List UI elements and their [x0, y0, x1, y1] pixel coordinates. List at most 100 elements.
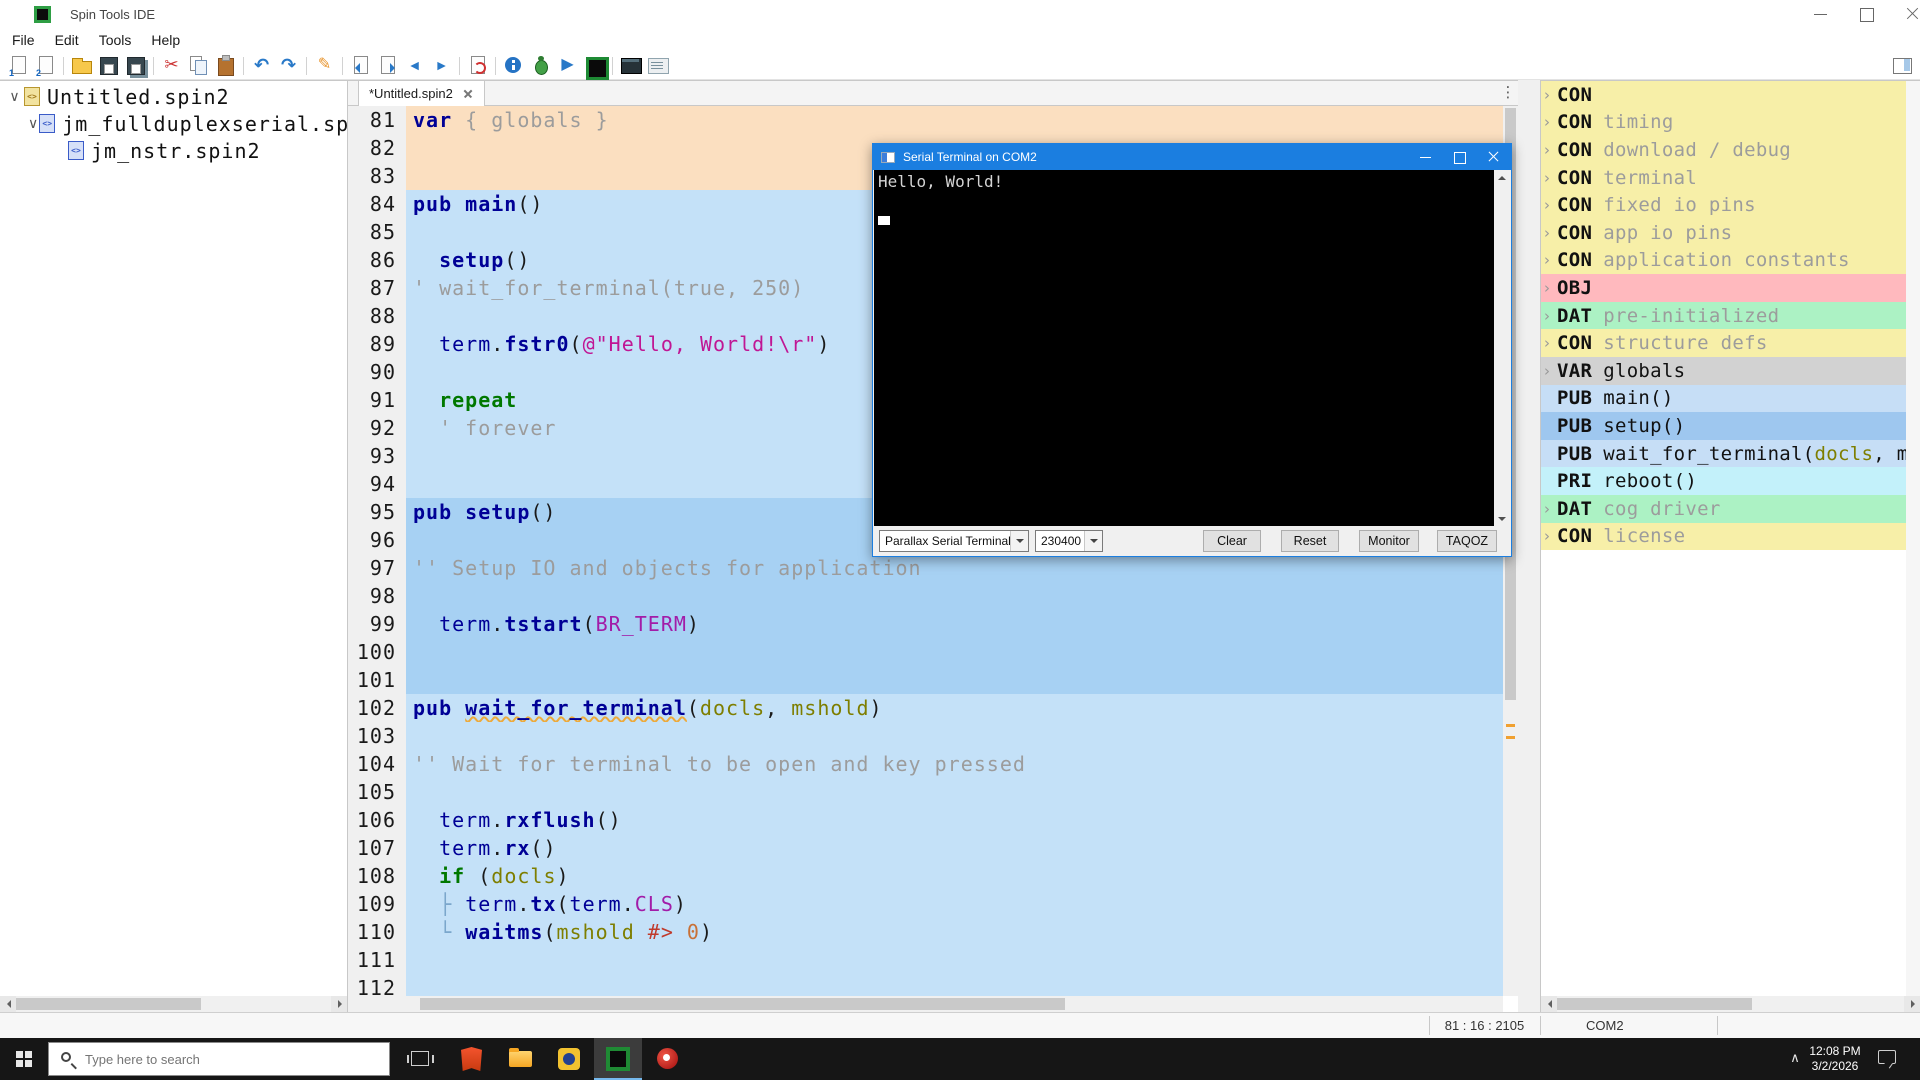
tab-untitled-spin2[interactable]: *Untitled.spin2 — [358, 81, 485, 106]
outline-hscrollbar[interactable] — [1541, 996, 1920, 1012]
taskbar-app-spin-tools[interactable] — [594, 1038, 642, 1080]
taqoz-button[interactable]: TAQOZ — [1437, 530, 1497, 552]
outline-row-con-structure-defs[interactable]: ›CONstructure defs — [1541, 329, 1907, 357]
outline-row-con-application-constants[interactable]: ›CONapplication constants — [1541, 247, 1907, 275]
tree-item-jm_nstr-spin2[interactable]: <>jm_nstr.spin2 — [0, 137, 347, 164]
copy-button[interactable] — [186, 53, 211, 78]
scroll-right-arrow[interactable] — [1904, 996, 1920, 1012]
scroll-left-arrow[interactable] — [1541, 996, 1557, 1012]
maximize-button[interactable] — [1846, 0, 1892, 28]
start-button[interactable] — [0, 1038, 48, 1080]
outline-chevron-icon[interactable]: › — [1541, 500, 1557, 518]
scroll-right-arrow[interactable] — [331, 996, 347, 1012]
output-button[interactable] — [645, 53, 670, 78]
outline-row-con[interactable]: ›CON — [1541, 81, 1907, 109]
outline-row-obj[interactable]: ›OBJ — [1541, 274, 1907, 302]
format-button[interactable]: ✎ — [312, 53, 337, 78]
outline-chevron-icon[interactable]: › — [1541, 279, 1557, 297]
editor-options-icon[interactable]: ⋮ — [1500, 83, 1516, 103]
outline-chevron-icon[interactable]: › — [1541, 334, 1557, 352]
terminal-minimize-button[interactable] — [1409, 144, 1443, 170]
taskbar-app-yellow[interactable] — [545, 1038, 593, 1080]
outline-chevron-icon[interactable]: › — [1541, 141, 1557, 159]
outline-chevron-icon[interactable]: › — [1541, 362, 1557, 380]
menu-edit[interactable]: Edit — [45, 29, 89, 51]
warning-mark[interactable] — [1506, 736, 1515, 739]
taskbar-app-red[interactable] — [643, 1038, 691, 1080]
new-spin2-button[interactable]: 2 — [33, 53, 58, 78]
outline-row-pub-wait_for_terminal-[interactable]: PUBwait_for_terminal(docls, m — [1541, 440, 1907, 468]
search-input[interactable] — [85, 1043, 375, 1075]
outline-row-pub-setup-[interactable]: PUBsetup() — [1541, 412, 1907, 440]
outline-row-con-terminal[interactable]: ›CONterminal — [1541, 164, 1907, 192]
forward-button[interactable]: ► — [429, 53, 454, 78]
taskbar-app-brave[interactable] — [447, 1038, 495, 1080]
taskbar-clock[interactable]: 12:08 PM 3/2/2026 — [1806, 1044, 1864, 1074]
terminal-vscrollbar[interactable] — [1494, 170, 1510, 527]
outline-row-pri-reboot-[interactable]: PRIreboot() — [1541, 467, 1907, 495]
program-button[interactable] — [582, 53, 607, 78]
expand-chevron-icon[interactable]: ∨ — [28, 116, 39, 132]
redo-button[interactable]: ↷ — [276, 53, 301, 78]
cut-button[interactable]: ✂ — [159, 53, 184, 78]
expand-chevron-icon[interactable]: ∨ — [6, 89, 24, 105]
menu-help[interactable]: Help — [141, 29, 190, 51]
scrollbar-thumb[interactable] — [16, 998, 201, 1010]
serial-terminal-titlebar[interactable]: Serial Terminal on COM2 — [873, 144, 1511, 170]
outline-chevron-icon[interactable]: › — [1541, 251, 1557, 269]
terminal-output-area[interactable]: Hello, World! — [874, 170, 1496, 527]
outline-vscrollbar[interactable] — [1906, 81, 1920, 996]
outline-row-con-app-io-pins[interactable]: ›CONapp io pins — [1541, 219, 1907, 247]
toggle-outline-panel-button[interactable] — [1890, 55, 1914, 77]
back-button[interactable]: ◄ — [402, 53, 427, 78]
outline-row-con-download-debug[interactable]: ›CONdownload / debug — [1541, 136, 1907, 164]
outline-chevron-icon[interactable]: › — [1541, 307, 1557, 325]
scroll-down-arrow[interactable] — [1498, 517, 1506, 521]
save-button[interactable] — [96, 53, 121, 78]
task-view-button[interactable] — [396, 1038, 444, 1080]
prev-tab-button[interactable] — [348, 53, 373, 78]
outline-row-pub-main-[interactable]: PUBmain() — [1541, 385, 1907, 413]
info-button[interactable] — [501, 53, 526, 78]
file-tree-hscrollbar[interactable] — [0, 996, 347, 1012]
outline-row-dat-pre-initialized[interactable]: ›DATpre-initialized — [1541, 302, 1907, 330]
save-all-button[interactable] — [123, 53, 148, 78]
outline-chevron-icon[interactable]: › — [1541, 113, 1557, 131]
run-button[interactable]: ▶ — [555, 53, 580, 78]
tray-expand-chevron[interactable]: ∧ — [1783, 1046, 1807, 1072]
outline-row-con-timing[interactable]: ›CONtiming — [1541, 109, 1907, 137]
terminal-type-select[interactable]: Parallax Serial Terminal — [879, 530, 1029, 552]
scrollbar-thumb[interactable] — [420, 998, 1065, 1010]
new-spin1-button[interactable]: 1 — [6, 53, 31, 78]
taskbar-search[interactable] — [48, 1042, 390, 1076]
outline-row-var-globals[interactable]: ›VARglobals — [1541, 357, 1907, 385]
tree-item-untitled-spin2[interactable]: ∨<>Untitled.spin2 — [0, 83, 347, 110]
title-bar[interactable]: Spin Tools IDE — [0, 0, 1920, 28]
outline-chevron-icon[interactable]: › — [1541, 196, 1557, 214]
monitor-button[interactable]: Monitor — [1359, 530, 1419, 552]
menu-tools[interactable]: Tools — [89, 29, 142, 51]
baud-rate-select[interactable]: 230400 — [1035, 530, 1103, 552]
scroll-up-arrow[interactable] — [1498, 176, 1506, 180]
warning-mark[interactable] — [1506, 724, 1515, 727]
open-button[interactable] — [69, 53, 94, 78]
taskbar-app-explorer[interactable] — [496, 1038, 544, 1080]
outline-chevron-icon[interactable]: › — [1541, 86, 1557, 104]
terminal-button[interactable] — [618, 53, 643, 78]
notification-center-icon[interactable] — [1878, 1050, 1896, 1064]
reset-button[interactable]: Reset — [1281, 530, 1339, 552]
clear-button[interactable]: Clear — [1203, 530, 1261, 552]
terminal-maximize-button[interactable] — [1443, 144, 1477, 170]
debug-button[interactable] — [528, 53, 553, 78]
outline-row-dat-cog-driver[interactable]: ›DATcog driver — [1541, 495, 1907, 523]
panel-splitter[interactable] — [1518, 80, 1540, 1012]
tree-item-jm_fullduplexserial-spin[interactable]: ∨<>jm_fullduplexserial.spin — [0, 110, 347, 137]
next-tab-button[interactable] — [375, 53, 400, 78]
terminal-close-button[interactable] — [1477, 144, 1511, 170]
scroll-left-arrow[interactable] — [0, 996, 16, 1012]
close-button[interactable] — [1892, 0, 1920, 28]
outline-row-con-license[interactable]: ›CONlicense — [1541, 523, 1907, 551]
tab-close-icon[interactable] — [462, 88, 474, 100]
paste-button[interactable] — [213, 53, 238, 78]
menu-file[interactable]: File — [2, 29, 45, 51]
